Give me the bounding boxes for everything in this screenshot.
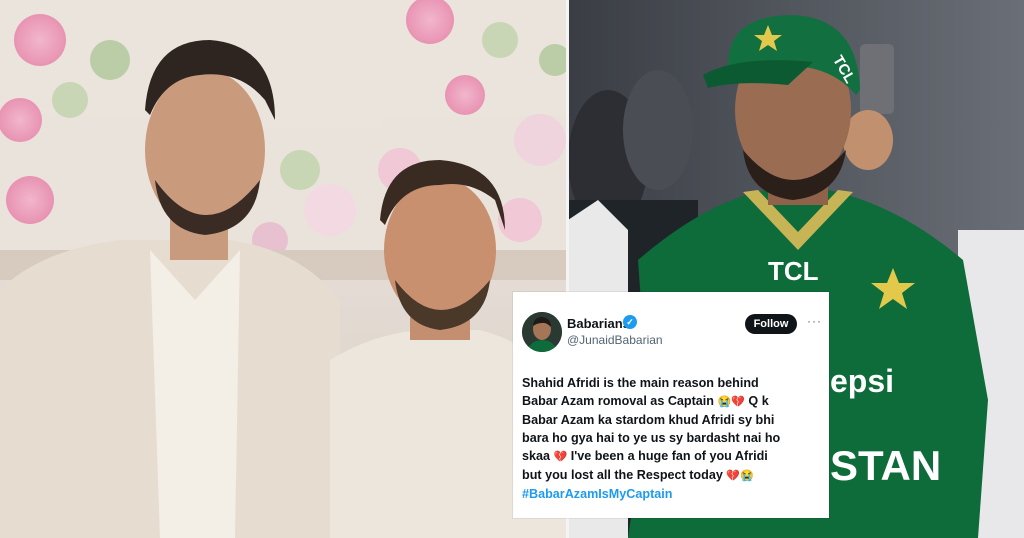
broken-heart-emoji-icon: 💔 (553, 451, 568, 463)
user-avatar[interactable] (522, 312, 562, 352)
verified-badge-icon: ✓ (623, 315, 637, 329)
tweet-line-2-tail: Q k (748, 394, 769, 408)
follow-button[interactable]: Follow (745, 314, 797, 334)
tweet-line-1: Shahid Afridi is the main reason behind (522, 376, 759, 390)
hashtag-link[interactable]: #BabarAzamIsMyCaptain (522, 485, 822, 503)
crying-face-emoji-icon: 😭 (717, 396, 732, 408)
tweet-line-2-text: Babar Azam romoval as Captain (522, 394, 714, 408)
tweet-line-6-text: but you lost all the Respect today (522, 468, 723, 482)
shirt-sponsor-text: TCL (768, 256, 819, 286)
left-photo (0, 0, 568, 538)
broken-heart-emoji-icon: 💔 (726, 470, 741, 482)
avatar-image (522, 312, 562, 352)
display-name[interactable]: Babarians (567, 316, 630, 331)
tweet-line-2: Babar Azam romoval as Captain 😭💔 Q k (522, 392, 822, 411)
tweet-card: Babarians ✓ @JunaidBabarian Follow ··· S… (513, 292, 829, 518)
tweet-line-6: but you lost all the Respect today 💔😭 (522, 466, 822, 485)
more-options-icon[interactable]: ··· (807, 314, 822, 328)
shirt-pepsi-text: epsi (830, 363, 894, 399)
shirt-country-text: STAN (830, 442, 941, 489)
user-handle[interactable]: @JunaidBabarian (567, 333, 663, 347)
crying-face-emoji-icon: 😭 (740, 470, 754, 482)
broken-heart-emoji-icon: 💔 (731, 396, 745, 408)
tweet-line-5-text: skaa (522, 449, 551, 463)
tweet-text: Shahid Afridi is the main reason behind … (522, 374, 822, 503)
tweet-line-3: Babar Azam ka stardom khud Afridi sy bhi (522, 413, 775, 427)
tweet-line-5: skaa 💔 I've been a huge fan of you Afrid… (522, 447, 822, 466)
tweet-line-4: bara ho gya hai to ye us sy bardasht nai… (522, 431, 781, 445)
tweet-line-5-tail: I've been a huge fan of you Afridi (570, 449, 768, 463)
left-photo-scene (0, 0, 568, 538)
